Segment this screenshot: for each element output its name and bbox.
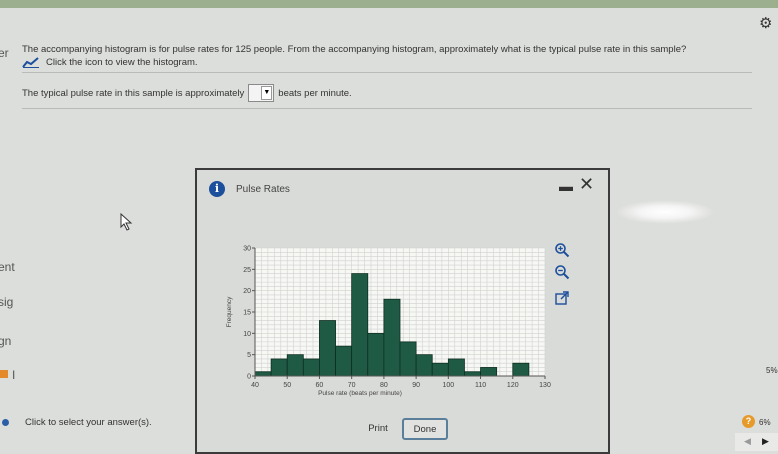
x-tick-label: 130: [539, 382, 551, 389]
y-axis-label: Frequency: [226, 296, 233, 327]
histogram-bar: [319, 320, 336, 377]
histogram-bar: [335, 345, 353, 377]
y-tick-label: 15: [243, 310, 251, 317]
histogram-bar: [270, 358, 288, 377]
histogram-bar: [447, 358, 465, 377]
answer-line: The typical pulse rate in this sample is…: [22, 84, 352, 102]
divider: [22, 108, 752, 109]
x-tick-label: 60: [316, 382, 324, 389]
histogram-link-text[interactable]: Click the icon to view the histogram.: [46, 57, 198, 68]
x-tick-label: 50: [283, 382, 291, 389]
print-button[interactable]: Print: [359, 418, 397, 440]
x-tick-label: 80: [380, 382, 388, 389]
histogram-link[interactable]: Click the icon to view the histogram.: [22, 56, 198, 68]
select-answer-text: Click to select your answer(s).: [25, 417, 152, 428]
answer-prefix: The typical pulse rate in this sample is…: [22, 87, 245, 99]
left-fragment-text: gn: [0, 334, 12, 348]
x-tick-label: 70: [348, 382, 356, 389]
screen-glare: [615, 200, 715, 224]
left-fragment-text: er: [0, 46, 9, 60]
orange-square-icon: [0, 370, 8, 378]
histogram-bar: [431, 362, 449, 377]
info-icon: i: [209, 181, 225, 197]
help-icon[interactable]: ?: [742, 415, 755, 428]
histogram-bar: [254, 371, 272, 377]
left-fragment-text: sig: [0, 295, 14, 309]
left-fragment-text: ent: [0, 260, 15, 274]
dialog-title: Pulse Rates: [236, 183, 290, 195]
histogram-bar: [383, 298, 401, 377]
histogram-bar: [367, 332, 385, 377]
x-tick-label: 40: [251, 382, 259, 389]
histogram-bar: [464, 371, 481, 377]
y-tick-label: 10: [243, 331, 251, 338]
pulse-rate-dropdown[interactable]: ▼: [248, 84, 275, 102]
status-dot-icon: [2, 419, 9, 426]
pulse-rate-histogram: 0 5 10 15 20 25 30 40 50 60 70 80 90 100 110 120 130 Puls…: [226, 246, 551, 398]
side-percent: 5%: [766, 366, 778, 375]
histogram-bar: [399, 341, 417, 377]
histogram-bar: [415, 354, 433, 377]
histogram-bar: [302, 358, 320, 377]
x-tick-label: 110: [475, 382, 486, 389]
question-text: The accompanying histogram is for pulse …: [22, 44, 687, 55]
histogram-bar: [512, 362, 530, 377]
x-axis-label: Pulse rate (beats per minute): [318, 390, 402, 397]
histogram-bar: [286, 354, 304, 377]
close-icon[interactable]: ✕: [579, 174, 594, 195]
zoom-in-icon[interactable]: [554, 242, 570, 258]
gear-icon[interactable]: ⚙: [759, 14, 772, 32]
top-bar: [0, 0, 778, 8]
y-tick-label: 20: [243, 288, 251, 295]
y-tick-label: 25: [243, 267, 251, 274]
answer-suffix: beats per minute.: [278, 87, 352, 99]
y-tick-label: 0: [247, 374, 251, 381]
x-tick-label: 120: [507, 382, 519, 389]
done-button[interactable]: Done: [402, 418, 448, 440]
external-link-icon[interactable]: [554, 290, 570, 306]
x-tick-label: 100: [442, 382, 454, 389]
nav-box: [735, 433, 778, 451]
select-answer-hint: Click to select your answer(s).: [0, 417, 152, 428]
divider: [22, 72, 752, 73]
zoom-out-icon[interactable]: [554, 264, 570, 280]
y-tick-label: 5: [247, 352, 251, 359]
minimize-icon[interactable]: ▬: [559, 178, 573, 194]
nav-prev-icon[interactable]: ◀: [744, 436, 751, 447]
nav-next-icon[interactable]: ▶: [762, 436, 769, 447]
mouse-cursor-icon: [120, 213, 133, 231]
x-tick-label: 90: [412, 382, 420, 389]
chevron-down-icon[interactable]: ▼: [261, 86, 273, 100]
histogram-bar: [480, 367, 498, 377]
histogram-bar: [351, 273, 369, 377]
left-fragment-text: I: [12, 368, 16, 382]
progress-percent: 6%: [759, 418, 771, 427]
histogram-chart-icon[interactable]: [22, 56, 40, 68]
dialog-title-bar: i Pulse Rates: [209, 181, 290, 197]
pulse-rates-dialog: i Pulse Rates ▬ ✕ 0 5 10 15 20 25 30 40 50 60 70 80…: [195, 168, 610, 454]
y-tick-label: 30: [243, 246, 251, 253]
